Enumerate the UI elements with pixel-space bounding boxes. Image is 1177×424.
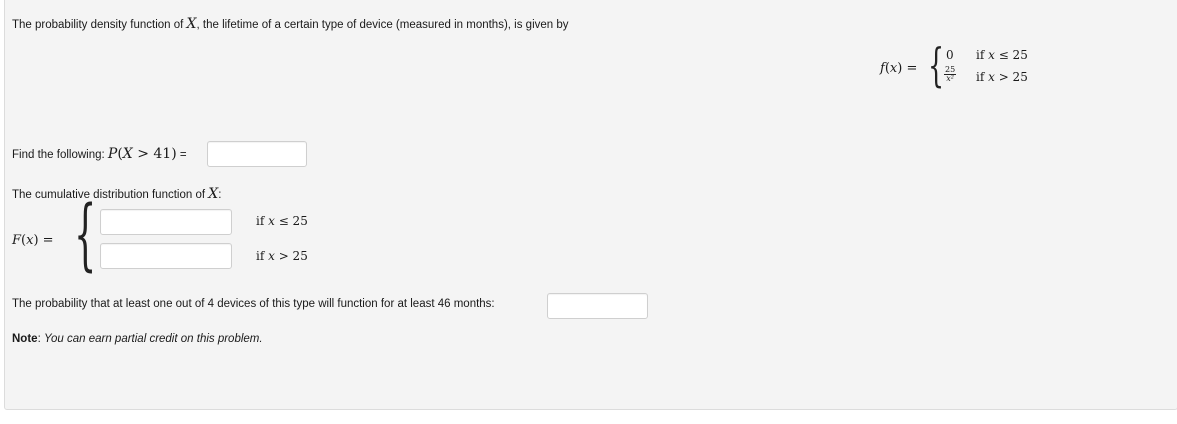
cdf-brace: {: [74, 190, 97, 280]
question3-answer-input[interactable]: [547, 293, 648, 319]
intro-text-after: , the lifetime of a certain type of devi…: [196, 19, 569, 31]
cdf-case2-input[interactable]: [100, 243, 232, 269]
problem-intro: The probability density function of X, t…: [12, 16, 569, 32]
pdf-case2-fraction: 25 x²: [944, 65, 957, 83]
note-text: You can earn partial credit on this prob…: [43, 333, 263, 345]
intro-text: The probability density function of: [12, 19, 187, 31]
question3-label: The probability that at least one out of…: [12, 298, 495, 310]
pdf-case1-value: 0: [946, 48, 954, 62]
cdf-case1-input[interactable]: [100, 209, 232, 235]
pdf-case1-condition: if x ≤ 25: [976, 48, 1028, 62]
cdf-lhs: F(x) =: [12, 233, 54, 248]
pdf-case2-condition: if x > 25: [976, 70, 1028, 84]
cdf-case2-condition: if x > 25: [256, 249, 308, 263]
cdf-case1-condition: if x ≤ 25: [256, 214, 308, 228]
question1-label: Find the following: P(X > 41) =: [12, 146, 187, 162]
note: Note: You can earn partial credit on thi…: [12, 333, 263, 345]
variable-x: X: [186, 16, 197, 32]
pdf-lhs: f(x) =: [880, 61, 918, 76]
note-label: Note: [12, 333, 38, 345]
pdf-brace: {: [928, 38, 945, 92]
question1-answer-input[interactable]: [207, 141, 307, 167]
question2-label: The cumulative distribution function of …: [12, 186, 222, 202]
